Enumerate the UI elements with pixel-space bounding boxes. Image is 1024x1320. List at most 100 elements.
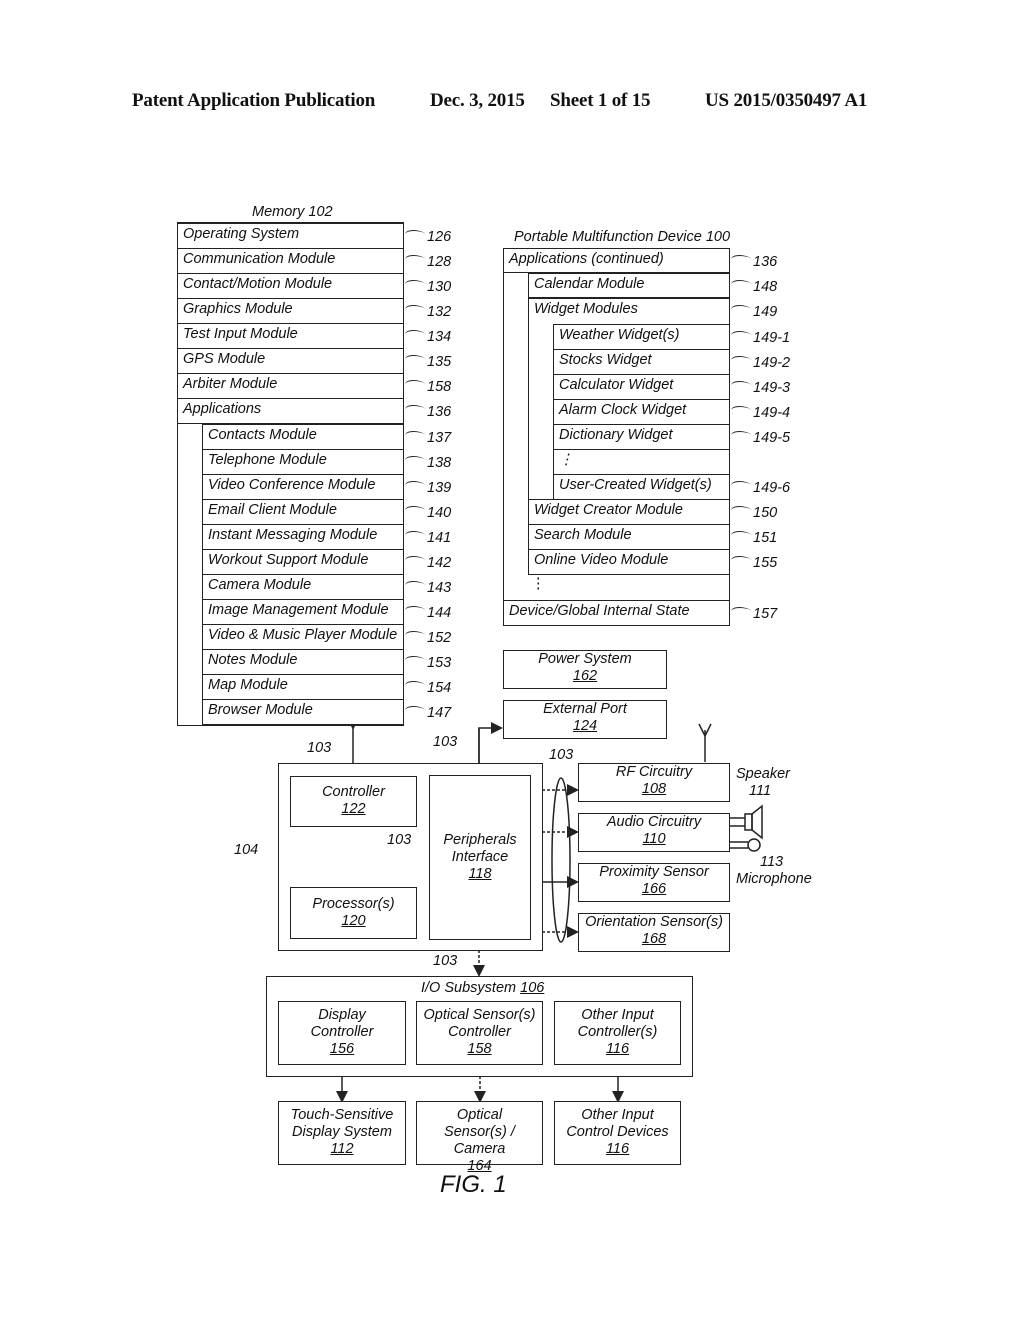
peripherals-label-1: Peripherals (443, 832, 517, 848)
rf-circuitry-block: RF Circuitry 108 (578, 763, 730, 802)
processor-label: Processor(s) (312, 896, 395, 912)
io-num: 106 (520, 980, 545, 996)
memory-module-ref: 128 (406, 254, 451, 270)
figure-label: FIG. 1 (440, 1171, 507, 1198)
widget-row: Weather Widget(s) (553, 324, 730, 350)
widget-row: Stocks Widget (553, 349, 730, 375)
memory-module-ref: 158 (406, 379, 451, 395)
memory-module-row: Test Input Module (177, 323, 404, 349)
memory-module-ref: 130 (406, 279, 451, 295)
optical-label-2: Sensor(s) / Camera (444, 1124, 515, 1157)
proximity-label: Proximity Sensor (599, 864, 709, 880)
power-system-num: 162 (572, 668, 598, 684)
memory-module-ref: 132 (406, 304, 451, 320)
device-module-row: Widget Creator Module (528, 499, 730, 525)
application-module-ref: 139 (406, 480, 451, 496)
bus-label-right: 103 (549, 747, 574, 763)
application-module-ref: 153 (406, 655, 451, 671)
application-module-row: Instant Messaging Module (202, 524, 404, 550)
widget-row: Calculator Widget (553, 374, 730, 400)
chip-label: 104 (234, 842, 259, 858)
external-port-label: External Port (543, 701, 627, 717)
memory-module-row: GPS Module (177, 348, 404, 374)
apps-continued-ref: 136 (732, 254, 777, 270)
controller-block: Controller 122 (290, 776, 417, 827)
microphone-label: Microphone (736, 871, 812, 887)
optical-sensor-block: Optical Sensor(s) / Camera 164 (416, 1101, 543, 1174)
widget-ref: 149-6 (732, 480, 790, 496)
widget-ref: 149-1 (732, 330, 790, 346)
application-module-row: Telephone Module (202, 449, 404, 475)
memory-module-ref: 135 (406, 354, 451, 370)
application-module-row: Email Client Module (202, 499, 404, 525)
io-subsystem-title: I/O Subsystem 106 (421, 980, 544, 996)
speaker-label: Speaker (736, 766, 791, 782)
speaker-num: 111 (749, 783, 772, 799)
application-module-row: Workout Support Module (202, 549, 404, 575)
application-module-ref: 142 (406, 555, 451, 571)
optical-ctrl-label-1: Optical Sensor(s) (423, 1007, 536, 1023)
device-state-ref: 157 (732, 606, 777, 622)
widget-ref: 149-3 (732, 380, 790, 396)
audio-label: Audio Circuitry (606, 814, 702, 830)
other-ctrl-label-2: Controller(s) (577, 1024, 658, 1040)
widget-row: Alarm Clock Widget (553, 399, 730, 425)
peripherals-interface-block: Peripherals Interface 118 (429, 775, 531, 940)
power-system-label: Power System (538, 651, 632, 667)
widget-ref: 149-5 (732, 430, 790, 446)
memory-module-ref: 126 (406, 229, 451, 245)
calendar-row: Calendar Module (528, 273, 730, 298)
optical-label-1: Optical (456, 1107, 503, 1123)
external-port-num: 124 (572, 718, 598, 734)
orientation-sensor-block: Orientation Sensor(s) 168 (578, 913, 730, 952)
device-module-ref: 151 (732, 530, 777, 546)
memory-module-row: Arbiter Module (177, 373, 404, 399)
widget-ref: 149-4 (732, 405, 790, 421)
device-title: Portable Multifunction Device 100 (514, 229, 731, 245)
application-module-ref: 140 (406, 505, 451, 521)
io-label: I/O Subsystem (421, 980, 517, 996)
other-input-controller-block: Other Input Controller(s) 116 (554, 1001, 681, 1065)
touch-num: 112 (330, 1141, 354, 1157)
power-system-block: Power System 162 (503, 650, 667, 689)
audio-circuitry-block: Audio Circuitry 110 (578, 813, 730, 852)
application-module-ref: 144 (406, 605, 451, 621)
application-module-row: Camera Module (202, 574, 404, 600)
bus-label-port: 103 (433, 734, 458, 750)
apps-continued-row: Applications (continued) (503, 248, 730, 273)
application-module-ref: 154 (406, 680, 451, 696)
application-module-ref: 152 (406, 630, 451, 646)
controller-num: 122 (341, 801, 366, 817)
other-dev-num: 116 (605, 1141, 630, 1157)
processor-num: 120 (341, 913, 366, 929)
optical-ctrl-label-2: Controller (448, 1024, 511, 1040)
application-module-ref: 143 (406, 580, 451, 596)
device-module-ref: 150 (732, 505, 777, 521)
orientation-num: 168 (641, 931, 667, 947)
memory-module-row: Operating System (177, 223, 404, 249)
bus-label-memory: 103 (307, 740, 332, 756)
device-state-row: Device/Global Internal State (503, 600, 730, 626)
application-module-row: Video & Music Player Module (202, 624, 404, 650)
calendar-ref: 148 (732, 279, 777, 295)
memory-module-ref: 136 (406, 404, 451, 420)
optical-ctrl-num: 158 (467, 1041, 492, 1057)
memory-module-row: Applications (177, 398, 404, 424)
widget-modules-ref: 149 (732, 304, 777, 320)
application-module-row: Image Management Module (202, 599, 404, 625)
memory-module-row: Communication Module (177, 248, 404, 274)
rf-num: 108 (641, 781, 667, 797)
memory-module-ref: 134 (406, 329, 451, 345)
other-input-devices-block: Other Input Control Devices 116 (554, 1101, 681, 1165)
application-module-row: Browser Module (202, 699, 404, 725)
peripherals-label-2: Interface (451, 849, 509, 865)
touch-label-1: Touch-Sensitive (290, 1107, 394, 1123)
other-ctrl-label-1: Other Input (581, 1007, 654, 1023)
microphone-num: 113 (760, 854, 784, 870)
processor-block: Processor(s) 120 (290, 887, 417, 939)
device-module-row: Online Video Module (528, 549, 730, 575)
memory-module-row: Graphics Module (177, 298, 404, 324)
touch-label-2: Display System (292, 1124, 392, 1140)
application-module-row: Contacts Module (202, 424, 404, 450)
memory-module-row: Contact/Motion Module (177, 273, 404, 299)
